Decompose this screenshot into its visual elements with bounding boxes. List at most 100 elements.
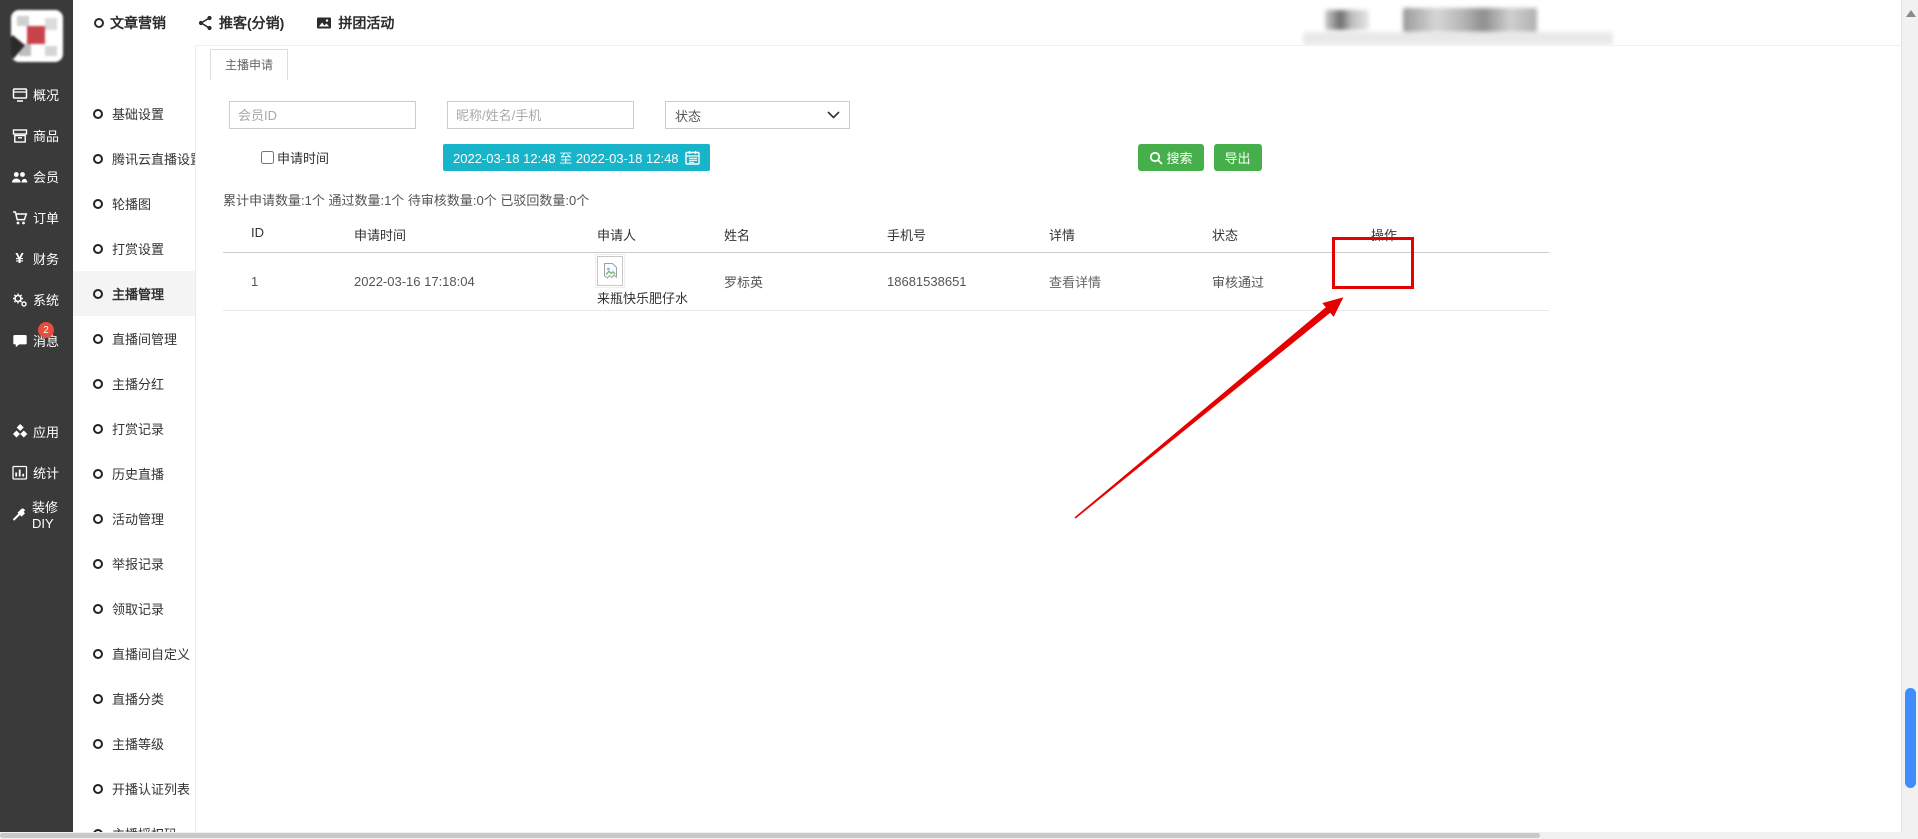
topbar-item-distribution[interactable]: 推客(分销): [198, 13, 284, 33]
sidebar-item-system[interactable]: 系统: [0, 279, 73, 320]
image-icon: [316, 15, 332, 31]
col-header-name: 姓名: [724, 225, 887, 244]
col-header-detail: 详情: [1049, 225, 1212, 244]
cell-applicant: 来瓶快乐肥仔水: [597, 256, 724, 307]
circle-icon: [94, 18, 104, 28]
sidebar-item-messages[interactable]: 消息 2: [0, 320, 73, 361]
system-gear-icon: [11, 292, 28, 308]
circle-icon: [93, 334, 103, 344]
col-header-apply-time: 申请时间: [354, 225, 597, 244]
sidebar-item-members[interactable]: 会员: [0, 156, 73, 197]
submenu-item-reward-settings[interactable]: 打赏设置: [73, 226, 195, 271]
orders-cart-icon: [11, 210, 28, 226]
circle-icon: [93, 514, 103, 524]
search-icon: [1149, 151, 1163, 165]
sidebar-item-goods[interactable]: 商品: [0, 115, 73, 156]
vertical-scrollbar[interactable]: [1901, 0, 1918, 832]
tab-anchor-application[interactable]: 主播申请: [210, 49, 288, 80]
sidebar-item-label: 统计: [33, 463, 59, 482]
user-info-blurred: [1303, 32, 1613, 45]
submenu-item-anchor-management[interactable]: 主播管理: [73, 271, 195, 316]
submenu-item-basic-settings[interactable]: 基础设置: [73, 91, 195, 136]
chevron-down-icon: [827, 111, 840, 119]
sidebar-item-stats[interactable]: 统计: [0, 452, 73, 493]
topbar-item-label: 文章营销: [110, 13, 166, 33]
circle-icon: [93, 379, 103, 389]
diy-tool-icon: [11, 506, 27, 522]
circle-icon: [93, 289, 103, 299]
circle-icon: [93, 649, 103, 659]
col-header-id: ID: [251, 225, 354, 244]
app-window: 概况 商品 会员 订单 ¥ 财务 系统: [0, 0, 1918, 839]
member-id-input[interactable]: [229, 101, 416, 129]
stats-chart-icon: [11, 465, 28, 481]
submenu-item-live-history[interactable]: 历史直播: [73, 451, 195, 496]
filter-row-1: 状态: [229, 101, 1918, 129]
sidebar-item-label: 商品: [33, 126, 59, 145]
submenu-item-live-room-management[interactable]: 直播间管理: [73, 316, 195, 361]
topbar-item-label: 拼团活动: [338, 13, 394, 33]
submenu-item-live-room-custom[interactable]: 直播间自定义: [73, 631, 195, 676]
topbar-item-label: 推客(分销): [219, 13, 284, 33]
sidebar-item-label: 装修DIY: [32, 497, 73, 531]
submenu-item-anchor-dividend[interactable]: 主播分红: [73, 361, 195, 406]
filter-row-2: 申请时间 2022-03-18 12:48 至 2022-03-18 12:48…: [261, 144, 1918, 171]
horizontal-scrollbar-thumb[interactable]: [0, 833, 1540, 838]
topbar: 文章营销 推客(分销) 拼团活动: [73, 0, 1918, 45]
circle-icon: [93, 694, 103, 704]
submenu-item-reward-records[interactable]: 打赏记录: [73, 406, 195, 451]
status-select[interactable]: 状态: [665, 101, 850, 129]
sidebar-item-label: 概况: [33, 85, 59, 104]
sidebar-item-orders[interactable]: 订单: [0, 197, 73, 238]
user-account-blurred[interactable]: [1403, 8, 1537, 32]
apply-time-checkbox-group[interactable]: 申请时间: [261, 148, 329, 167]
col-header-phone: 手机号: [887, 225, 1049, 244]
submenu-item-report-records[interactable]: 举报记录: [73, 541, 195, 586]
horizontal-scrollbar[interactable]: [0, 832, 1918, 839]
topbar-item-article-marketing[interactable]: 文章营销: [94, 13, 166, 33]
circle-icon: [93, 739, 103, 749]
sidebar-item-overview[interactable]: 概况: [0, 74, 73, 115]
annotation-red-box: [1332, 237, 1414, 289]
sidebar-item-label: 应用: [33, 422, 59, 441]
nickname-input[interactable]: [447, 101, 634, 129]
submenu-item-activity-management[interactable]: 活动管理: [73, 496, 195, 541]
sidebar-item-label: 系统: [33, 290, 59, 309]
submenu-item-anchor-level[interactable]: 主播等级: [73, 721, 195, 766]
cell-name: 罗标英: [724, 272, 887, 291]
sidebar-item-apps[interactable]: 应用: [0, 411, 73, 452]
circle-icon: [93, 559, 103, 569]
submenu-item-broadcast-cert-list[interactable]: 开播认证列表: [73, 766, 195, 811]
sidebar-item-finance[interactable]: ¥ 财务: [0, 238, 73, 279]
app-logo[interactable]: [11, 10, 63, 62]
submenu-item-tencent-cloud-live[interactable]: 腾讯云直播设置: [73, 136, 195, 181]
submenu-item-claim-records[interactable]: 领取记录: [73, 586, 195, 631]
scroll-up-arrow-icon[interactable]: [1906, 10, 1916, 17]
message-count-badge: 2: [38, 322, 54, 338]
circle-icon: [93, 784, 103, 794]
submenu-item-carousel[interactable]: 轮播图: [73, 181, 195, 226]
sidebar-item-label: 订单: [33, 208, 59, 227]
cell-id: 1: [251, 274, 354, 289]
date-range-button[interactable]: 2022-03-18 12:48 至 2022-03-18 12:48: [443, 144, 710, 171]
search-button[interactable]: 搜索: [1138, 144, 1204, 171]
circle-icon: [93, 154, 103, 164]
sidebar-item-diy[interactable]: 装修DIY: [0, 493, 73, 534]
submenu-item-live-category[interactable]: 直播分类: [73, 676, 195, 721]
circle-icon: [93, 604, 103, 614]
circle-icon: [93, 424, 103, 434]
cell-apply-time: 2022-03-16 17:18:04: [354, 274, 597, 289]
submenu-item-anchor-auth-code[interactable]: 主播授权码: [73, 811, 195, 832]
circle-icon: [93, 109, 103, 119]
application-summary: 累计申请数量:1个 通过数量:1个 待审核数量:0个 已驳回数量:0个: [223, 190, 1918, 209]
vertical-scrollbar-thumb[interactable]: [1905, 688, 1916, 788]
apply-time-checkbox[interactable]: [261, 151, 274, 164]
calendar-icon: [685, 150, 700, 165]
user-avatar-blurred[interactable]: [1325, 10, 1369, 30]
view-detail-link[interactable]: 查看详情: [1049, 272, 1212, 291]
finance-yen-icon: ¥: [11, 251, 28, 267]
topbar-item-group-activity[interactable]: 拼团活动: [316, 13, 394, 33]
sidebar-item-label: 财务: [33, 249, 59, 268]
members-icon: [11, 169, 28, 185]
export-button[interactable]: 导出: [1214, 144, 1262, 171]
